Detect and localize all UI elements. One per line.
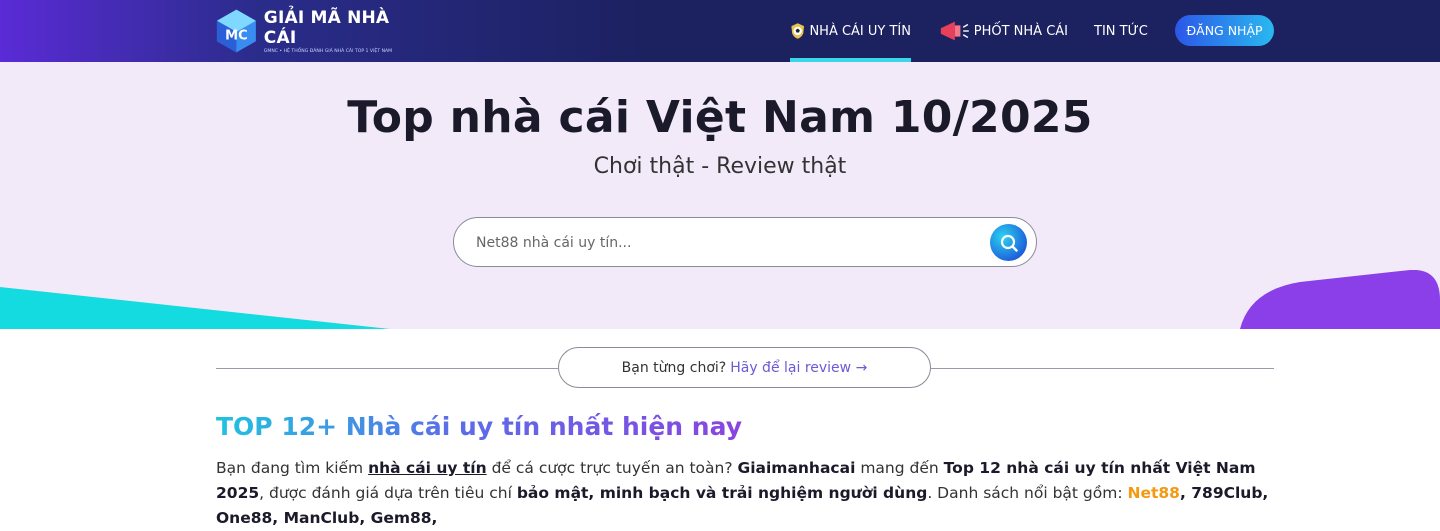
text-fragment: , được đánh giá dựa trên tiêu chí [259, 484, 517, 502]
review-cta: Bạn từng chơi? Hãy để lại review → [558, 347, 931, 388]
nav-label-reputable: NHÀ CÁI UY TÍN [809, 23, 911, 39]
highlight-criteria: bảo mật, minh bạch và trải nghiệm người … [516, 484, 928, 502]
hero-subtitle: Chơi thật - Review thật [593, 154, 847, 179]
link-reputable-bookmakers[interactable]: nhà cái uy tín [368, 459, 487, 477]
nav-label-scam: PHỐT NHÀ CÁI [973, 23, 1068, 39]
logo-title: GIẢI MÃ NHÀ CÁI [263, 8, 390, 48]
search-box [453, 217, 1037, 267]
link-net88[interactable]: Net88 [1128, 484, 1180, 502]
intro-paragraph: Bạn đang tìm kiếm nhà cái uy tín để cá c… [216, 456, 1276, 531]
nav-item-news[interactable]: TIN TỨC [1094, 0, 1148, 62]
decor-shape-left [0, 287, 390, 329]
review-prompt: Bạn từng chơi? [621, 359, 727, 376]
site-header: MC GIẢI MÃ NHÀ CÁI GMNC • HỆ THỐNG ĐÁNH … [0, 0, 1440, 62]
text-fragment: để cá cược trực tuyến an toàn? [486, 459, 738, 477]
decor-shape-right [1240, 270, 1440, 329]
text-fragment: mang đến [855, 459, 944, 477]
section-title: TOP 12+ Nhà cái uy tín nhất hiện nay [216, 412, 742, 441]
divider-left [216, 368, 558, 369]
nav-item-scam[interactable]: PHỐT NHÀ CÁI [938, 0, 1068, 62]
login-button[interactable]: ĐĂNG NHẬP [1175, 15, 1274, 46]
megaphone-icon [940, 21, 969, 41]
gmnc-logo-icon: MC [216, 9, 256, 53]
divider-right [931, 368, 1274, 369]
nav-label-news: TIN TỨC [1094, 23, 1148, 39]
brand-name: Giaimanhacai [737, 459, 856, 477]
hero-section: Top nhà cái Việt Nam 10/2025 Chơi thật -… [0, 62, 1440, 329]
site-logo[interactable]: MC GIẢI MÃ NHÀ CÁI GMNC • HỆ THỐNG ĐÁNH … [216, 6, 416, 56]
search-icon [1000, 234, 1018, 252]
text-fragment: . Danh sách nổi bật gồm: [927, 484, 1128, 502]
search-input[interactable] [476, 231, 976, 255]
nav-item-reputable[interactable]: NHÀ CÁI UY TÍN [790, 0, 911, 62]
svg-text:MC: MC [225, 28, 247, 43]
soccer-shield-icon [791, 23, 805, 39]
review-link[interactable]: Hãy để lại review → [730, 360, 867, 376]
hero-title: Top nhà cái Việt Nam 10/2025 [347, 92, 1093, 143]
search-button[interactable] [990, 224, 1027, 261]
logo-subtitle: GMNC • HỆ THỐNG ĐÁNH GIÁ NHÀ CÁI TOP 1 V… [263, 49, 393, 54]
text-fragment: Bạn đang tìm kiếm [216, 459, 369, 477]
